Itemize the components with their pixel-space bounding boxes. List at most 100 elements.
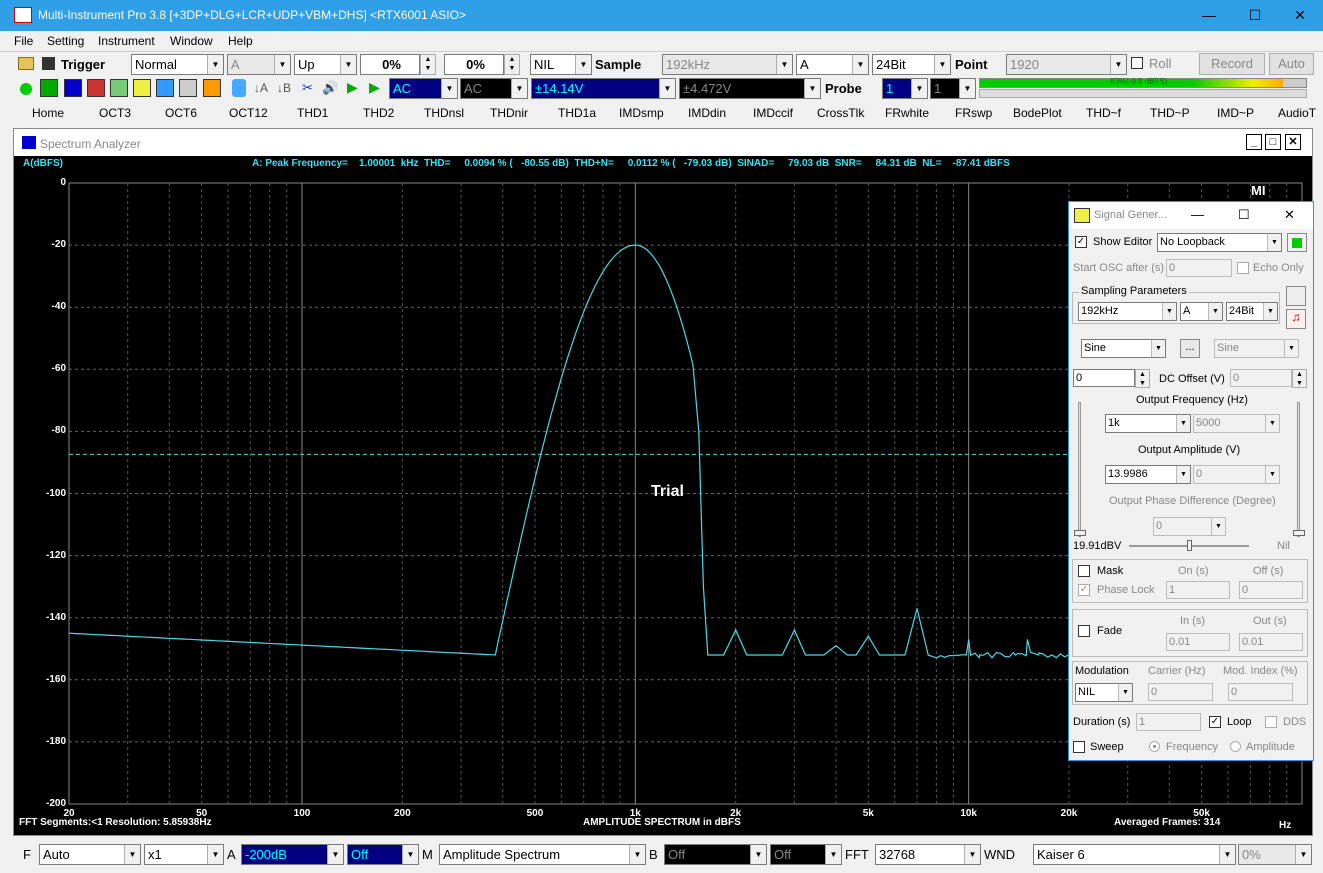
- sg-maximize-button[interactable]: ☐: [1238, 207, 1250, 223]
- start-osc-input[interactable]: 0: [1166, 259, 1232, 277]
- tab-thd2[interactable]: THD2: [363, 106, 394, 120]
- play-icon[interactable]: ▶: [347, 79, 358, 96]
- music-note-icon[interactable]: ♫: [1286, 309, 1306, 329]
- frequency-scale-select[interactable]: Auto ▼: [39, 844, 141, 865]
- probe-a-icon[interactable]: ↓A: [254, 81, 268, 95]
- trigger-mode-select[interactable]: Normal ▼: [131, 54, 224, 75]
- minimize-button[interactable]: —: [1186, 0, 1232, 31]
- open-folder-icon[interactable]: [18, 57, 34, 70]
- mask-on-input[interactable]: 1: [1166, 581, 1230, 599]
- sg-rate-select[interactable]: 192kHz ▼: [1078, 302, 1177, 321]
- tab-thd1a[interactable]: THD1a: [558, 106, 596, 120]
- tab-frwhite[interactable]: FRwhite: [885, 106, 929, 120]
- balance-slider-thumb[interactable]: [1187, 540, 1192, 551]
- maximize-button[interactable]: ☐: [1232, 0, 1278, 31]
- mod-index-input[interactable]: 0: [1228, 683, 1293, 701]
- save-disk-icon[interactable]: [42, 57, 55, 70]
- probe-a-select[interactable]: 1 ▼: [882, 78, 928, 99]
- tab-oct12[interactable]: OCT12: [229, 106, 268, 120]
- dut-icon[interactable]: [156, 79, 174, 97]
- ddp-icon[interactable]: [203, 79, 221, 97]
- b-range-select[interactable]: Off ▼: [664, 844, 767, 865]
- phase-difference-select[interactable]: 0 ▼: [1153, 517, 1226, 536]
- dc-offset2-input[interactable]: 0: [1230, 369, 1292, 387]
- menu-window[interactable]: Window: [170, 34, 213, 48]
- waveform-options-button[interactable]: ...: [1180, 339, 1200, 358]
- waveform2-select[interactable]: Sine ▼: [1214, 339, 1299, 358]
- trigger-delay-input[interactable]: 0%: [444, 54, 504, 75]
- loop-checkbox[interactable]: ✓: [1209, 716, 1221, 728]
- b-offset-select[interactable]: Off ▼: [770, 844, 842, 865]
- tab-imd-p[interactable]: IMD~P: [1217, 106, 1254, 120]
- frequency-multiplier-select[interactable]: x1 ▼: [144, 844, 224, 865]
- overlap-select[interactable]: 0% ▼: [1238, 844, 1312, 865]
- output-frequency-select[interactable]: 1k ▼: [1105, 414, 1191, 433]
- coupling-b-select[interactable]: AC ▼: [460, 78, 528, 99]
- spectrum-close-button[interactable]: ✕: [1285, 134, 1301, 150]
- display-mode-select[interactable]: Amplitude Spectrum ▼: [439, 844, 646, 865]
- menu-file[interactable]: File: [14, 34, 33, 48]
- sweep-frequency-radio[interactable]: [1149, 741, 1160, 752]
- show-editor-checkbox[interactable]: ✓: [1075, 236, 1087, 248]
- tab-audiot[interactable]: AudioT: [1278, 106, 1316, 120]
- fade-out-input[interactable]: 0.01: [1239, 633, 1303, 651]
- tools-icon[interactable]: ✂: [302, 80, 313, 96]
- sample-channel-select[interactable]: A ▼: [796, 54, 869, 75]
- tab-oct6[interactable]: OCT6: [165, 106, 197, 120]
- tab-bodeplot[interactable]: BodePlot: [1013, 106, 1062, 120]
- spectrum-maximize-button[interactable]: □: [1265, 134, 1281, 150]
- fade-checkbox[interactable]: [1078, 625, 1090, 637]
- a-range-select[interactable]: -200dB ▼: [241, 844, 344, 865]
- tab-thdnsl[interactable]: THDnsl: [424, 106, 464, 120]
- tab-crosstlk[interactable]: CrossTlk: [817, 106, 864, 120]
- level-slider-right-track[interactable]: [1297, 402, 1300, 537]
- fft-size-select[interactable]: 32768 ▼: [875, 844, 981, 865]
- dc-offset-input[interactable]: 0: [1073, 369, 1135, 387]
- sample-rate-select[interactable]: 192kHz ▼: [662, 54, 793, 75]
- range-b-select[interactable]: ±4.472V ▼: [679, 78, 821, 99]
- tab-imdccif[interactable]: IMDccif: [753, 106, 793, 120]
- dds-checkbox[interactable]: [1265, 716, 1277, 728]
- probe-b-icon[interactable]: ↓B: [277, 81, 291, 95]
- output-frequency2-select[interactable]: 5000 ▼: [1193, 414, 1280, 433]
- coupling-a-select[interactable]: AC ▼: [389, 78, 458, 99]
- dc-offset-spinner[interactable]: ▲ ▼: [1135, 369, 1150, 388]
- close-button[interactable]: ✕: [1277, 0, 1323, 31]
- menu-setting[interactable]: Setting: [47, 34, 84, 48]
- spectrum-minimize-button[interactable]: _: [1246, 134, 1262, 150]
- tab-imdsmp[interactable]: IMDsmp: [619, 106, 664, 120]
- sg-bits-select[interactable]: 24Bit ▼: [1226, 302, 1278, 321]
- spectrum-3d-icon[interactable]: [110, 79, 128, 97]
- probe-b-select[interactable]: 1 ▼: [930, 78, 976, 99]
- play-once-icon[interactable]: ▶: [369, 79, 380, 96]
- output-amplitude-select[interactable]: 13.9986 ▼: [1105, 465, 1191, 484]
- record-button[interactable]: Record: [1199, 53, 1265, 75]
- multimeter-icon[interactable]: [87, 79, 105, 97]
- dc-offset2-spinner[interactable]: ▲ ▼: [1292, 369, 1307, 388]
- tab-thd1[interactable]: THD1: [297, 106, 328, 120]
- modulation-select[interactable]: NIL ▼: [1075, 683, 1133, 702]
- calibration-icon[interactable]: [232, 79, 246, 97]
- data-logger-icon[interactable]: [179, 79, 197, 97]
- speaker-icon[interactable]: 🔊: [322, 80, 338, 96]
- level-slider-left-track[interactable]: [1078, 402, 1081, 537]
- menu-instrument[interactable]: Instrument: [98, 34, 155, 48]
- fade-in-input[interactable]: 0.01: [1166, 633, 1230, 651]
- level-slider-left-thumb[interactable]: [1074, 530, 1086, 536]
- sweep-checkbox[interactable]: [1073, 741, 1085, 753]
- tab-thd-f[interactable]: THD~f: [1086, 106, 1121, 120]
- level-slider-right-thumb[interactable]: [1293, 530, 1305, 536]
- trigger-level-spinner[interactable]: ▲ ▼: [420, 54, 436, 75]
- run-status-icon[interactable]: [20, 83, 32, 95]
- tab-thd-p[interactable]: THD~P: [1150, 106, 1190, 120]
- save-settings-icon[interactable]: [1286, 286, 1306, 306]
- output-amplitude2-select[interactable]: 0 ▼: [1193, 465, 1280, 484]
- trigger-delay-spinner[interactable]: ▲ ▼: [504, 54, 520, 75]
- nil-select[interactable]: NIL ▼: [530, 54, 592, 75]
- signal-generator-icon[interactable]: [133, 79, 151, 97]
- sg-close-button[interactable]: ✕: [1284, 207, 1295, 223]
- a-offset-select[interactable]: Off ▼: [347, 844, 419, 865]
- duration-input[interactable]: 1: [1136, 713, 1201, 731]
- loopback-select[interactable]: No Loopback ▼: [1157, 233, 1282, 252]
- tab-oct3[interactable]: OCT3: [99, 106, 131, 120]
